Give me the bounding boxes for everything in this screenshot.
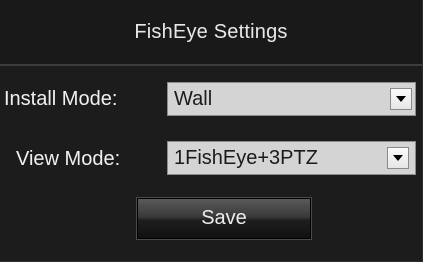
panel-header: FishEye Settings	[0, 0, 422, 66]
chevron-down-icon	[396, 96, 406, 102]
fisheye-settings-panel: FishEye Settings Install Mode: Wall View…	[0, 0, 423, 262]
install-mode-dropdown-button[interactable]	[390, 88, 412, 110]
view-mode-select[interactable]: 1FishEye+3PTZ	[167, 141, 416, 175]
save-button[interactable]: Save	[136, 197, 312, 240]
install-mode-select[interactable]: Wall	[167, 82, 416, 116]
view-mode-label: View Mode:	[16, 148, 121, 170]
install-mode-label: Install Mode:	[4, 88, 118, 110]
chevron-down-icon	[393, 155, 403, 161]
panel-title: FishEye Settings	[134, 20, 288, 43]
view-mode-dropdown-button[interactable]	[387, 147, 409, 169]
install-mode-value: Wall	[174, 88, 213, 110]
view-mode-value: 1FishEye+3PTZ	[174, 147, 318, 169]
